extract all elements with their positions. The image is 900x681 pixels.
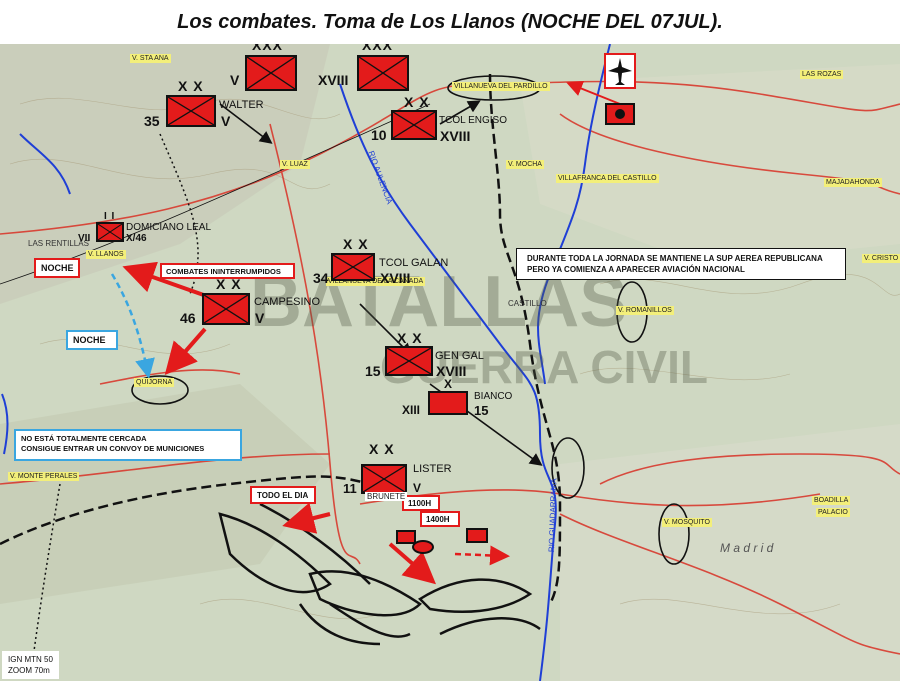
domiciano-corps: X/46 — [126, 233, 147, 244]
antiaircraft-icon — [605, 103, 635, 125]
walter-echelon: X X — [178, 78, 204, 94]
scale-line2: ZOOM 70m — [8, 666, 50, 675]
bianco-symbol — [428, 391, 468, 415]
domiciano-symbol — [96, 222, 124, 242]
lister-symbol — [361, 464, 407, 494]
bianco-name: BIANCO — [474, 391, 513, 402]
scale-box: IGN MTN 50 ZOOM 70m — [2, 651, 59, 679]
galan-echelon: X X — [343, 236, 369, 252]
note-aviacion: DURANTE TODA LA JORNADA SE MANTIENE LA S… — [516, 248, 846, 280]
walter-name: WALTER — [219, 99, 264, 111]
galan-number: 34 — [313, 270, 329, 286]
engiso-number: 10 — [371, 127, 387, 143]
domiciano-name: DOMICIANO LEAL — [126, 222, 212, 233]
small-unit-1 — [396, 530, 416, 544]
place-brunete: BRUNETE — [365, 492, 408, 501]
note-cercada: NO ESTÁ TOTALMENTE CERCADA CONSIGUE ENTR… — [14, 429, 242, 461]
army-v-echelon: XXX — [252, 44, 284, 53]
army-xviii-symbol — [357, 55, 409, 91]
gengal-echelon: X X — [397, 330, 423, 346]
place-las-rozas: LAS ROZAS — [800, 70, 844, 79]
map-area: BATALLAS GUERRA CIVIL V. STA ANA VILLANU… — [0, 44, 900, 681]
walter-number: 35 — [144, 113, 160, 129]
place-monte-perales: V. MONTE PERALES — [8, 472, 80, 481]
engiso-corps: XVIII — [440, 128, 471, 144]
gengal-name: GEN GAL — [435, 350, 484, 362]
small-unit-2 — [412, 540, 434, 554]
army-xviii-echelon: XXX — [362, 44, 394, 53]
domiciano-number: VII — [78, 233, 91, 244]
gengal-number: 15 — [365, 363, 381, 379]
note-1100h: 1100H — [402, 495, 440, 511]
campesino-corps: V — [255, 310, 265, 326]
domiciano-echelon: I I — [104, 211, 116, 222]
place-boadilla: BOADILLA — [812, 496, 851, 505]
galan-symbol — [331, 253, 375, 281]
galan-corps: XVIII — [380, 270, 411, 286]
walter-corps: V — [221, 113, 231, 129]
lister-number: 11 — [343, 481, 357, 496]
note-noche-1: NOCHE — [34, 258, 80, 278]
place-cristo: V. CRISTO — [862, 254, 900, 263]
map-title: Los combates. Toma de Los Llanos (NOCHE … — [177, 10, 723, 33]
engiso-name: TCOL ENGISO — [439, 115, 507, 126]
place-quijorna: QUIJORNA — [134, 378, 175, 387]
gengal-corps: XVIII — [436, 363, 467, 379]
place-sta-ana: V. STA ANA — [130, 54, 171, 63]
small-unit-3 — [466, 528, 488, 543]
lister-name: LISTER — [413, 463, 452, 475]
campesino-symbol — [202, 293, 250, 325]
walter-symbol — [166, 95, 216, 127]
bianco-number: XIII — [402, 403, 421, 417]
place-mosquito: V. MOSQUITO — [662, 518, 712, 527]
bianco-corps: 15 — [474, 403, 489, 418]
gengal-symbol — [385, 346, 433, 376]
place-castillo: CASTILLO — [508, 299, 547, 308]
campesino-name: CAMPESINO — [254, 296, 321, 308]
campesino-echelon: X X — [216, 276, 242, 292]
page: Los combates. Toma de Los Llanos (NOCHE … — [0, 0, 900, 681]
place-mocha: V. MOCHA — [506, 160, 544, 169]
army-v-corps: V — [230, 72, 240, 88]
note-todo-el-dia: TODO EL DIA — [250, 486, 316, 504]
engiso-echelon: X X — [404, 94, 430, 110]
scale-line1: IGN MTN 50 — [8, 655, 53, 664]
place-majadahonda: MAJADAHONDA — [824, 178, 882, 187]
note-noche-2: NOCHE — [66, 330, 118, 350]
lister-corps: V — [413, 481, 422, 495]
lister-echelon: X X — [369, 441, 395, 457]
army-xviii-corps: XVIII — [318, 72, 349, 88]
aircraft-icon — [604, 53, 636, 89]
place-palacio: PALACIO — [816, 508, 850, 517]
note-1400h: 1400H — [420, 511, 460, 527]
galan-name: TCOL GALAN — [379, 257, 449, 269]
campesino-number: 46 — [180, 310, 196, 326]
army-v-symbol — [245, 55, 297, 91]
note-combates: COMBATES ININTERRUMPIDOS — [160, 263, 295, 279]
engiso-symbol — [391, 110, 437, 140]
place-pardillo: VILLANUEVA DEL PARDILLO — [452, 82, 550, 91]
place-llanos: V. LLANOS — [86, 250, 126, 259]
place-villafranca: VILLAFRANCA DEL CASTILLO — [556, 174, 659, 183]
place-luaz: V. LUAZ — [280, 160, 310, 169]
place-madrid: M a d r i d — [720, 541, 774, 555]
place-romanillos: V. ROMANILLOS — [616, 306, 674, 315]
bianco-echelon: X — [444, 377, 454, 391]
